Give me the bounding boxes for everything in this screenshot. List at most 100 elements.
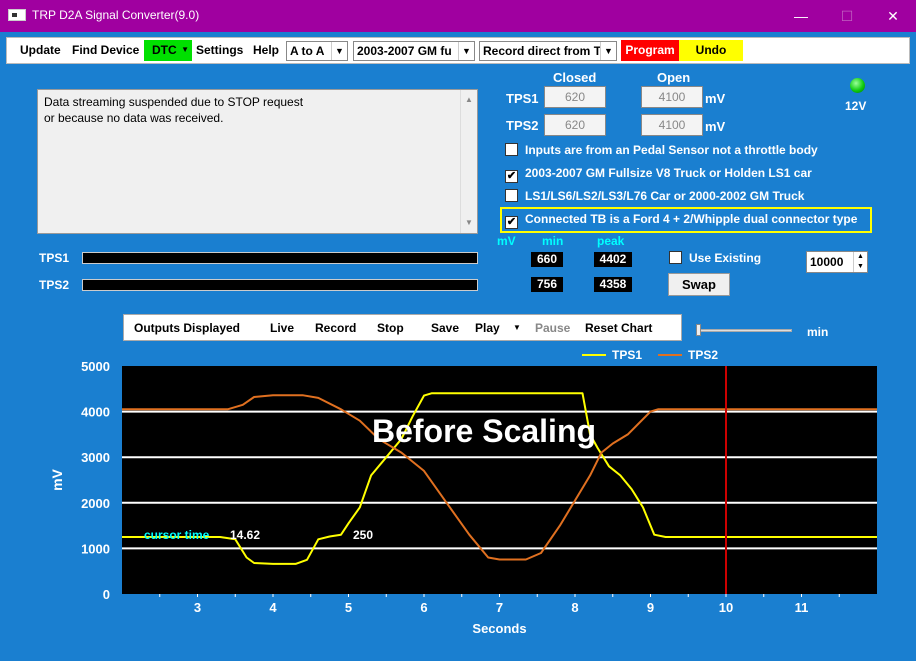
vehicle-select[interactable]: 2003-2007 GM fu ▼ bbox=[353, 41, 475, 61]
tps1-min-value: 660 bbox=[531, 252, 563, 267]
y-tick-label: 5000 bbox=[81, 359, 110, 374]
x-tick-label: 3 bbox=[194, 600, 201, 615]
chart-legend: TPS1 TPS2 bbox=[582, 348, 718, 362]
tps1-peak-value: 4402 bbox=[594, 252, 632, 267]
zoom-slider-unit: min bbox=[807, 325, 829, 339]
reset-chart-button[interactable]: Reset Chart bbox=[585, 321, 652, 335]
close-button[interactable]: ✕ bbox=[870, 0, 916, 32]
record-select-value: Record direct from T bbox=[483, 44, 602, 58]
tps1-closed-field[interactable]: 620 bbox=[544, 86, 606, 108]
status-scrollbar[interactable]: ▲ ▼ bbox=[460, 90, 477, 233]
chevron-down-icon: ▼ bbox=[331, 42, 347, 60]
minimize-button[interactable]: — bbox=[778, 0, 824, 32]
y-axis: 0 1000 2000 3000 4000 5000 mV bbox=[49, 359, 110, 602]
app-icon bbox=[8, 9, 26, 21]
chevron-down-icon: ▼ bbox=[181, 45, 189, 54]
live-button[interactable]: Live bbox=[270, 321, 294, 335]
sample-count-value: 10000 bbox=[810, 255, 844, 269]
mode-select[interactable]: A to A ▼ bbox=[286, 41, 348, 61]
chevron-down-icon: ▼ bbox=[458, 42, 474, 60]
outputs-displayed-button[interactable]: Outputs Displayed bbox=[134, 321, 240, 335]
option-pedal-sensor[interactable]: Inputs are from an Pedal Sensor not a th… bbox=[505, 143, 818, 159]
menu-find-device[interactable]: Find Device bbox=[72, 43, 139, 57]
readings-peak-label: peak bbox=[597, 234, 625, 248]
closed-label: Closed bbox=[553, 70, 597, 85]
checkbox-gm-fullsize[interactable]: ✔ bbox=[505, 170, 518, 183]
title-bar: TRP D2A Signal Converter(9.0) — ☐ ✕ bbox=[0, 0, 916, 32]
record-select[interactable]: Record direct from T ▼ bbox=[479, 41, 617, 61]
open-label: Open bbox=[657, 70, 691, 85]
tps1-open-field[interactable]: 4100 bbox=[641, 86, 703, 108]
maximize-button[interactable]: ☐ bbox=[824, 0, 870, 32]
status-line-1: Data streaming suspended due to STOP req… bbox=[44, 95, 304, 109]
option-ls-car-label: LS1/LS6/LS2/LS3/L76 Car or 2000-2002 GM … bbox=[525, 189, 805, 203]
swap-button[interactable]: Swap bbox=[668, 273, 730, 296]
x-tick-label: 4 bbox=[269, 600, 277, 615]
menu-dtc[interactable]: DTC ▼ bbox=[144, 40, 192, 61]
checkbox-ford-whipple[interactable]: ✔ bbox=[505, 216, 518, 229]
save-button[interactable]: Save bbox=[431, 321, 459, 335]
status-line-2: or because no data was received. bbox=[44, 111, 224, 125]
play-button[interactable]: Play bbox=[475, 321, 500, 335]
option-gm-fullsize[interactable]: ✔ 2003-2007 GM Fullsize V8 Truck or Holde… bbox=[505, 166, 812, 183]
option-pedal-sensor-label: Inputs are from an Pedal Sensor not a th… bbox=[525, 143, 818, 157]
chevron-down-icon: ▼ bbox=[600, 42, 616, 60]
tps1-bar-label: TPS1 bbox=[39, 251, 70, 265]
vehicle-select-value: 2003-2007 GM fu bbox=[357, 44, 452, 58]
readings-mv-label: mV bbox=[497, 234, 516, 248]
legend-label-tps2: TPS2 bbox=[688, 348, 718, 362]
legend-label-tps1: TPS1 bbox=[612, 348, 642, 362]
cursor-time-value: 14.62 bbox=[230, 528, 260, 542]
tps2-bar-label: TPS2 bbox=[39, 278, 70, 292]
window-title: TRP D2A Signal Converter(9.0) bbox=[32, 8, 200, 22]
chevron-up-icon[interactable]: ▲ bbox=[465, 92, 473, 108]
x-axis: 3 4 5 6 7 8 9 10 11 Seconds bbox=[159, 594, 840, 636]
led-label: 12V bbox=[845, 99, 867, 113]
tps2-min-value: 756 bbox=[531, 277, 563, 292]
spinner-arrows-icon[interactable]: ▲ ▼ bbox=[853, 252, 867, 272]
program-button[interactable]: Program bbox=[621, 40, 679, 61]
option-ls-car[interactable]: LS1/LS6/LS2/LS3/L76 Car or 2000-2002 GM … bbox=[505, 189, 804, 205]
chart-annotation: 250 bbox=[353, 528, 373, 542]
tps1-level-bar bbox=[82, 252, 478, 264]
menu-settings[interactable]: Settings bbox=[196, 43, 243, 57]
checkbox-pedal-sensor[interactable] bbox=[505, 143, 518, 156]
checkbox-ls-car[interactable] bbox=[505, 189, 518, 202]
y-tick-label: 0 bbox=[103, 587, 110, 602]
undo-button[interactable]: Undo bbox=[679, 40, 743, 61]
option-ford-whipple[interactable]: ✔ Connected TB is a Ford 4 + 2/Whipple du… bbox=[505, 212, 857, 229]
zoom-slider-thumb[interactable] bbox=[696, 324, 701, 336]
power-led-icon bbox=[850, 78, 865, 93]
tps2-unit: mV bbox=[705, 119, 726, 134]
x-tick-label: 11 bbox=[795, 600, 809, 615]
y-axis-label: mV bbox=[49, 468, 65, 490]
cursor-time-label: cursor time bbox=[144, 528, 210, 542]
menu-help[interactable]: Help bbox=[253, 43, 279, 57]
chart-title: Before Scaling bbox=[372, 413, 596, 449]
chart-toolbar: Outputs Displayed Live Record Stop Save … bbox=[123, 314, 682, 341]
record-button[interactable]: Record bbox=[315, 321, 356, 335]
tps1-unit: mV bbox=[705, 91, 726, 106]
x-tick-label: 6 bbox=[420, 600, 427, 615]
stop-button[interactable]: Stop bbox=[377, 321, 404, 335]
chevron-down-icon[interactable]: ▼ bbox=[513, 323, 521, 332]
dtc-label: DTC bbox=[152, 43, 177, 57]
menu-update[interactable]: Update bbox=[20, 43, 61, 57]
chevron-down-icon[interactable]: ▼ bbox=[465, 215, 473, 231]
signal-chart[interactable]: TPS1 TPS2 0 1000 2000 3000 4000 5000 mV 3 4 5 6 7 8 9… bbox=[0, 342, 916, 642]
zoom-slider-track[interactable] bbox=[696, 329, 792, 332]
tps2-peak-value: 4358 bbox=[594, 277, 632, 292]
status-message-box[interactable]: Data streaming suspended due to STOP req… bbox=[37, 89, 478, 234]
use-existing-label: Use Existing bbox=[689, 251, 762, 265]
readings-min-label: min bbox=[542, 234, 564, 248]
menu-bar: Update Find Device DTC ▼ Settings Help A… bbox=[6, 37, 910, 64]
tps2-open-field[interactable]: 4100 bbox=[641, 114, 703, 136]
pause-button[interactable]: Pause bbox=[535, 321, 570, 335]
tps2-level-bar bbox=[82, 279, 478, 291]
checkbox-use-existing[interactable] bbox=[669, 251, 682, 264]
y-tick-label: 3000 bbox=[81, 450, 110, 465]
x-axis-label: Seconds bbox=[472, 621, 526, 636]
sample-count-spinner[interactable]: 10000 ▲ ▼ bbox=[806, 251, 868, 273]
tps2-closed-field[interactable]: 620 bbox=[544, 114, 606, 136]
use-existing-option[interactable]: Use Existing bbox=[669, 251, 761, 267]
